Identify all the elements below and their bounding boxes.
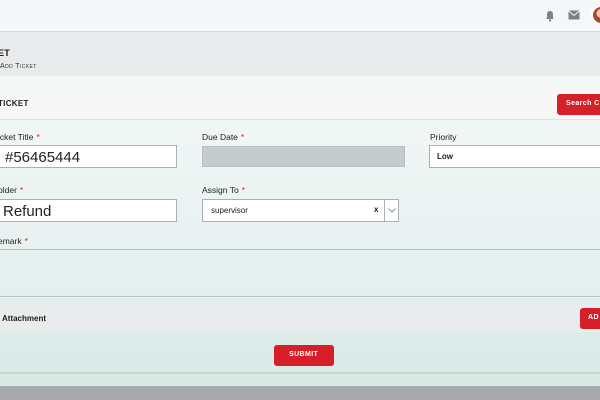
add-attachment-button[interactable]: AD [580,308,600,329]
folder-input[interactable]: Refund [0,199,177,222]
remark-label: emark * [0,236,28,246]
select-divider [384,200,385,221]
required-mark: * [241,185,246,195]
breadcrumb-current: Add Ticket [0,63,37,70]
bell-icon[interactable] [545,10,555,22]
assign-to-label: Assign To * [202,185,245,195]
attachment-section [0,305,600,332]
ticket-card [0,76,600,386]
due-date-input[interactable] [202,146,405,167]
due-date-label: Due Date * [202,132,244,142]
folder-label-text: older [0,185,17,195]
remark-label-text: emark [0,236,22,246]
due-date-label-text: Due Date [202,132,238,142]
required-mark: * [36,132,40,142]
attachment-title: Attachment [2,314,47,323]
folder-label: older * [0,185,23,195]
breadcrumb: Add Ticket [0,63,37,70]
required-mark: * [24,236,28,246]
required-mark: * [240,132,245,142]
ticket-title-input[interactable]: #56465444 [0,145,177,168]
top-navbar [0,0,600,32]
divider [0,372,600,374]
priority-label: Priority [430,132,457,142]
card-title: TICKET [0,99,29,108]
search-button[interactable]: Search C [557,94,600,115]
remark-textarea[interactable] [0,249,600,297]
assign-to-select[interactable]: supervisor [202,199,399,222]
mail-icon[interactable] [568,10,580,20]
chevron-down-icon[interactable] [387,206,397,214]
priority-select[interactable]: Low [429,145,600,168]
page-header [0,32,600,76]
footer [0,386,600,400]
assign-to-label-text: Assign To [202,185,239,195]
required-mark: * [19,185,24,195]
page-title: ET [0,48,11,58]
ticket-title-label: icket Title * [0,132,40,142]
ticket-title-label-text: icket Title [0,132,34,142]
submit-button[interactable]: SUBMIT [274,345,334,366]
clear-selection-icon[interactable]: x [374,205,378,214]
card-header [0,89,600,120]
user-avatar[interactable] [591,5,600,25]
